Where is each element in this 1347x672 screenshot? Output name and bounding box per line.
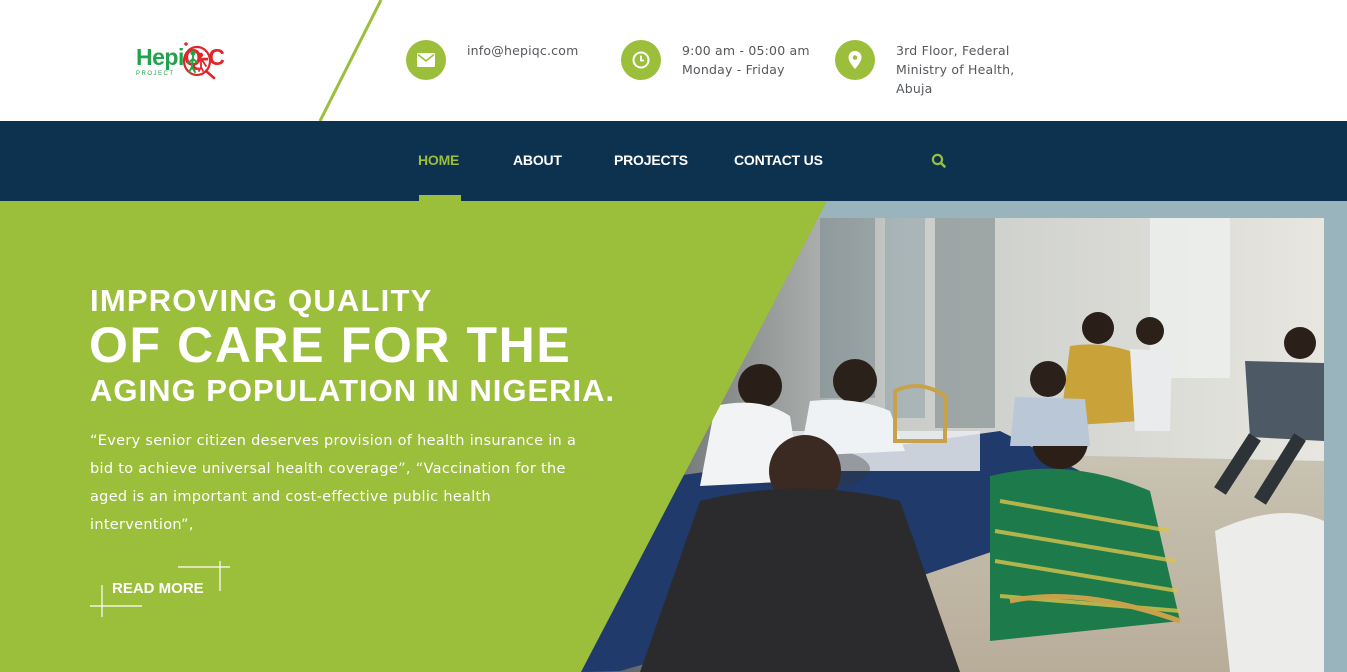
clock-icon bbox=[621, 40, 661, 80]
nav-home[interactable]: HOME bbox=[418, 152, 459, 168]
nav-contact-us[interactable]: CONTACT US bbox=[734, 152, 823, 168]
site-logo[interactable]: HepiQ-C PROJECT bbox=[136, 42, 238, 80]
header-divider-slash bbox=[318, 0, 383, 121]
main-navigation: HOME ABOUT PROJECTS CONTACT US bbox=[0, 121, 1347, 203]
map-pin-icon bbox=[835, 40, 875, 80]
logo-emblem-icon bbox=[182, 42, 216, 80]
hero-title-line-1: IMPROVING QUALITY bbox=[90, 283, 433, 318]
hero-title-line-3: AGING POPULATION IN NIGERIA. bbox=[90, 373, 616, 408]
hero-title-line-2: OF CARE FOR THE bbox=[89, 317, 572, 373]
nav-projects[interactable]: PROJECTS bbox=[614, 152, 688, 168]
hero-quote: “Every senior citizen deserves provision… bbox=[90, 433, 577, 533]
search-icon[interactable] bbox=[930, 152, 948, 170]
read-more-button[interactable]: READ MORE bbox=[90, 561, 230, 617]
contact-address-text: 3rd Floor, Federal Ministry of Health, A… bbox=[896, 43, 1015, 96]
contact-hours-text: 9:00 am - 05:00 am Monday - Friday bbox=[682, 43, 810, 77]
top-header: HepiQ-C PROJECT info@hepiqc.com 9:00 am … bbox=[0, 0, 1347, 121]
read-more-label: READ MORE bbox=[112, 580, 204, 597]
envelope-icon bbox=[406, 40, 446, 80]
hero-section: IMPROVING QUALITY OF CARE FOR THE AGING … bbox=[0, 201, 1347, 672]
contact-email-text: info@hepiqc.com bbox=[467, 43, 579, 58]
logo-tagline: PROJECT bbox=[136, 71, 175, 77]
nav-about[interactable]: ABOUT bbox=[513, 152, 562, 168]
